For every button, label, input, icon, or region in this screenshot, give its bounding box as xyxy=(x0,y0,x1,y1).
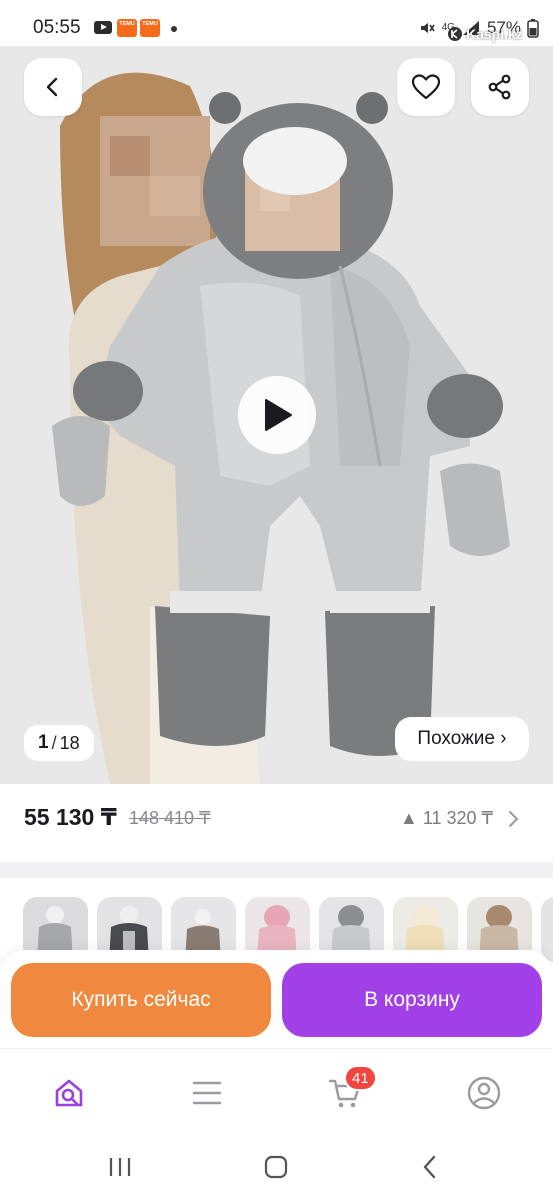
back-button[interactable] xyxy=(24,58,82,116)
system-back-icon xyxy=(423,1155,436,1179)
buy-now-button[interactable]: Купить сейчас xyxy=(11,963,271,1037)
temu-notification-icon: TEMU xyxy=(117,19,137,37)
menu-icon xyxy=(192,1081,222,1105)
recent-apps-button[interactable] xyxy=(103,1150,137,1184)
play-video-button[interactable] xyxy=(238,376,316,454)
back-icon xyxy=(46,77,58,97)
heart-icon xyxy=(411,74,441,100)
play-icon xyxy=(265,399,292,431)
counter-separator: / xyxy=(51,732,57,753)
home-search-icon xyxy=(55,1079,83,1107)
more-notifications-dot xyxy=(171,26,177,32)
bottom-navigation: 41 xyxy=(0,1048,553,1134)
favorite-button[interactable] xyxy=(397,58,455,116)
share-button[interactable] xyxy=(471,58,529,116)
profile-icon xyxy=(467,1076,501,1110)
price-change[interactable]: ▲ 11 320 ₸ xyxy=(400,808,493,829)
nav-catalog[interactable] xyxy=(185,1071,229,1115)
home-button[interactable] xyxy=(259,1150,293,1184)
battery-icon xyxy=(527,19,539,38)
section-divider xyxy=(0,862,553,878)
counter-current: 1 xyxy=(38,732,49,753)
cart-count-badge: 41 xyxy=(344,1065,377,1091)
thumbnail-8[interactable] xyxy=(541,897,553,962)
recent-apps-icon xyxy=(109,1158,131,1176)
status-time: 05:55 xyxy=(33,17,81,38)
purchase-actions: Купить сейчас В корзину xyxy=(0,950,553,1048)
watermark-text: Kaspi.kz xyxy=(466,26,523,42)
share-icon xyxy=(488,74,511,100)
price-card: 55 130 ₸ 148 410 ₸ ▲ 11 320 ₸ xyxy=(0,784,553,862)
thumbnail-image xyxy=(541,897,553,962)
add-to-cart-button[interactable]: В корзину xyxy=(282,963,542,1037)
system-back-button[interactable] xyxy=(413,1150,447,1184)
gallery-counter: 1 / 18 xyxy=(24,725,94,761)
kaspi-logo-icon xyxy=(448,27,462,41)
system-navigation xyxy=(0,1134,553,1200)
kaspi-watermark: Kaspi.kz xyxy=(447,26,523,42)
youtube-notification-icon xyxy=(94,21,112,34)
product-gallery[interactable]: 1 / 18 Похожие › xyxy=(0,46,553,784)
similar-products-button[interactable]: Похожие › xyxy=(395,717,529,761)
buy-now-label: Купить сейчас xyxy=(71,988,211,1011)
current-price: 55 130 ₸ xyxy=(24,804,117,830)
old-price: 148 410 ₸ xyxy=(129,808,211,828)
chevron-right-icon[interactable] xyxy=(507,810,519,828)
temu-label: TEMU xyxy=(119,21,135,27)
nav-profile[interactable] xyxy=(462,1071,506,1115)
mute-icon xyxy=(420,23,435,33)
counter-total: 18 xyxy=(59,732,80,753)
similar-label: Похожие › xyxy=(417,728,507,749)
home-icon xyxy=(264,1155,288,1179)
temu-label-2: TEMU xyxy=(142,21,158,27)
nav-home[interactable] xyxy=(47,1071,91,1115)
temu-notification-icon-2: TEMU xyxy=(140,19,160,37)
add-to-cart-label: В корзину xyxy=(364,988,460,1011)
